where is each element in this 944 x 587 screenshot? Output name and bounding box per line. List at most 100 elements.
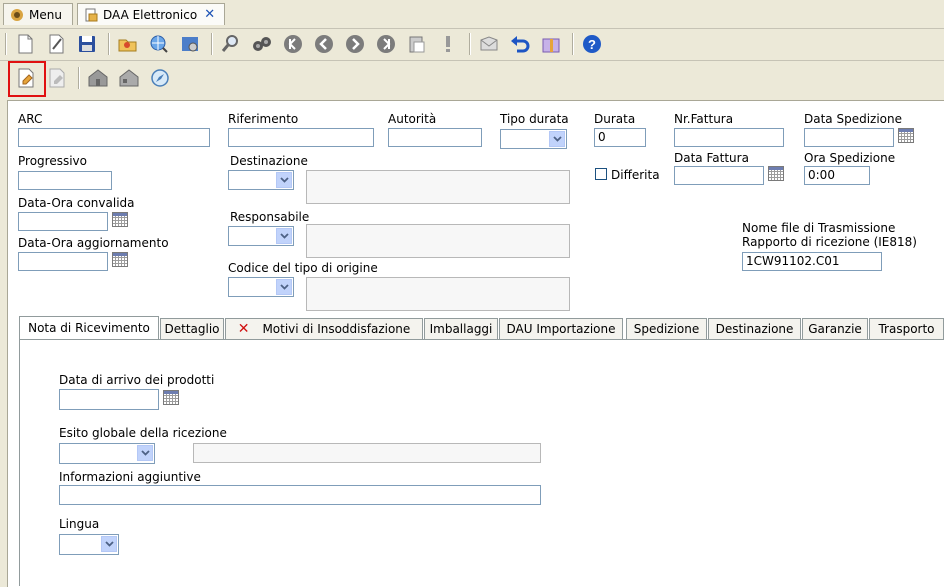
close-icon[interactable]: ✕ <box>204 7 215 22</box>
nome-file-input[interactable]: 1CW91102.C01 <box>742 252 882 271</box>
tab-dau-importazione[interactable]: DAU Importazione <box>499 318 623 339</box>
chevron-down-icon[interactable] <box>276 172 292 188</box>
info-aggiuntive-label: Informazioni aggiuntive <box>59 470 201 484</box>
tab-garanzie[interactable]: Garanzie <box>802 318 868 339</box>
tab-menu[interactable]: Menu <box>3 3 73 25</box>
destinazione-select[interactable] <box>228 170 294 190</box>
chevron-down-icon[interactable] <box>101 536 117 552</box>
data-arrivo-input[interactable] <box>59 389 159 410</box>
tab-label: Spedizione <box>633 322 700 336</box>
lingua-select[interactable] <box>59 534 119 555</box>
help-icon[interactable]: ? <box>580 32 604 56</box>
tab-trasporto[interactable]: Trasporto <box>869 318 944 339</box>
data-fattura-input[interactable] <box>674 166 764 185</box>
tab-destinazione[interactable]: Destinazione <box>708 318 801 339</box>
tab-menu-label: Menu <box>29 7 62 22</box>
info-aggiuntive-input[interactable] <box>59 485 541 505</box>
nr-fattura-input[interactable] <box>674 128 784 147</box>
previous-record-icon[interactable] <box>312 32 336 56</box>
riferimento-input[interactable] <box>228 128 374 147</box>
find-globe-icon[interactable] <box>147 32 171 56</box>
ora-spedizione-input[interactable]: 0:00 <box>804 166 870 185</box>
nome-file-label: Nome file di Trasmissione <box>742 221 896 235</box>
data-arrivo-label: Data di arrivo dei prodotti <box>59 373 215 387</box>
data-ora-aggiornamento-label: Data-Ora aggiornamento <box>18 236 169 250</box>
responsabile-select[interactable] <box>228 226 294 246</box>
save-icon[interactable] <box>75 32 99 56</box>
search-icon[interactable] <box>219 32 243 56</box>
durata-input[interactable]: 0 <box>594 128 646 147</box>
autorita-label: Autorità <box>388 112 437 126</box>
first-record-icon[interactable] <box>281 32 305 56</box>
tipo-durata-label: Tipo durata <box>500 112 569 126</box>
tab-label: Dettaglio <box>164 322 220 336</box>
tab-label: Motivi di Insoddisfazione <box>262 322 411 336</box>
next-record-icon[interactable] <box>343 32 367 56</box>
new-document-icon[interactable] <box>13 32 37 56</box>
durata-label: Durata <box>594 112 636 126</box>
codice-tipo-origine-select[interactable] <box>228 277 294 297</box>
chevron-down-icon[interactable] <box>549 131 565 147</box>
daa-doc-icon <box>84 8 98 22</box>
undo-icon[interactable] <box>508 32 532 56</box>
esito-select[interactable] <box>59 443 155 464</box>
destinazione-description <box>306 170 570 204</box>
rapporto-ricezione-label: Rapporto di ricezione (IE818) <box>742 235 917 249</box>
codice-tipo-origine-label: Codice del tipo di origine <box>228 261 378 275</box>
error-x-icon: ✕ <box>237 321 250 337</box>
autorita-input[interactable] <box>388 128 482 147</box>
arc-input[interactable] <box>18 128 210 147</box>
inner-tab-strip: Nota di Ricevimento Dettaglio ✕ Motivi d… <box>19 316 944 339</box>
chevron-down-icon[interactable] <box>276 279 292 295</box>
tab-motivi-insoddisfazione[interactable]: ✕ Motivi di Insoddisfazione <box>225 318 423 339</box>
differita-label: Differita <box>611 168 660 182</box>
calendar-icon[interactable] <box>112 212 128 227</box>
progressivo-input[interactable] <box>18 171 112 190</box>
tab-imballaggi[interactable]: Imballaggi <box>424 318 498 339</box>
print-button-highlight <box>8 61 46 97</box>
tab-label: Trasporto <box>878 322 935 336</box>
tab-label: Destinazione <box>715 322 794 336</box>
settings-icon[interactable] <box>178 32 202 56</box>
mail-icon[interactable] <box>477 32 501 56</box>
lingua-label: Lingua <box>59 517 100 531</box>
chevron-down-icon[interactable] <box>276 228 292 244</box>
tab-label: Nota di Ricevimento <box>28 321 150 335</box>
compass-icon[interactable] <box>148 66 172 90</box>
responsabile-description <box>306 224 570 258</box>
gift-box-icon[interactable] <box>539 32 563 56</box>
building-alt-icon[interactable] <box>117 66 141 90</box>
clipboard-icon[interactable] <box>405 32 429 56</box>
last-record-icon[interactable] <box>374 32 398 56</box>
data-ora-convalida-label: Data-Ora convalida <box>18 196 135 210</box>
tipo-durata-select[interactable] <box>500 129 567 149</box>
calendar-icon[interactable] <box>163 390 179 405</box>
tab-label: Imballaggi <box>429 322 493 336</box>
tab-daa-elettronico[interactable]: DAA Elettronico ✕ <box>77 3 225 25</box>
menu-app-icon <box>10 8 24 22</box>
esito-label: Esito globale della ricezione <box>59 426 227 440</box>
codice-tipo-origine-description <box>306 277 570 311</box>
tab-daa-label: DAA Elettronico <box>103 7 198 22</box>
open-folder-icon[interactable] <box>116 32 140 56</box>
data-ora-aggiornamento-input[interactable] <box>18 252 108 271</box>
edit-document-icon[interactable] <box>44 32 68 56</box>
data-spedizione-label: Data Spedizione <box>804 112 902 126</box>
alert-icon[interactable] <box>436 32 460 56</box>
calendar-icon[interactable] <box>112 252 128 267</box>
data-fattura-label: Data Fattura <box>674 151 749 165</box>
data-spedizione-input[interactable] <box>804 128 894 147</box>
tab-label: Garanzie <box>808 322 862 336</box>
building-icon[interactable] <box>86 66 110 90</box>
calendar-icon[interactable] <box>898 128 914 143</box>
esito-description <box>193 443 541 463</box>
print-disabled-icon[interactable] <box>45 66 69 90</box>
tab-dettaglio[interactable]: Dettaglio <box>160 318 224 339</box>
binoculars-icon[interactable] <box>250 32 274 56</box>
differita-checkbox[interactable] <box>595 168 607 180</box>
calendar-icon[interactable] <box>768 166 784 181</box>
tab-spedizione[interactable]: Spedizione <box>626 318 707 339</box>
chevron-down-icon[interactable] <box>137 445 153 461</box>
data-ora-convalida-input[interactable] <box>18 212 108 231</box>
tab-nota-di-ricevimento[interactable]: Nota di Ricevimento <box>19 316 159 339</box>
